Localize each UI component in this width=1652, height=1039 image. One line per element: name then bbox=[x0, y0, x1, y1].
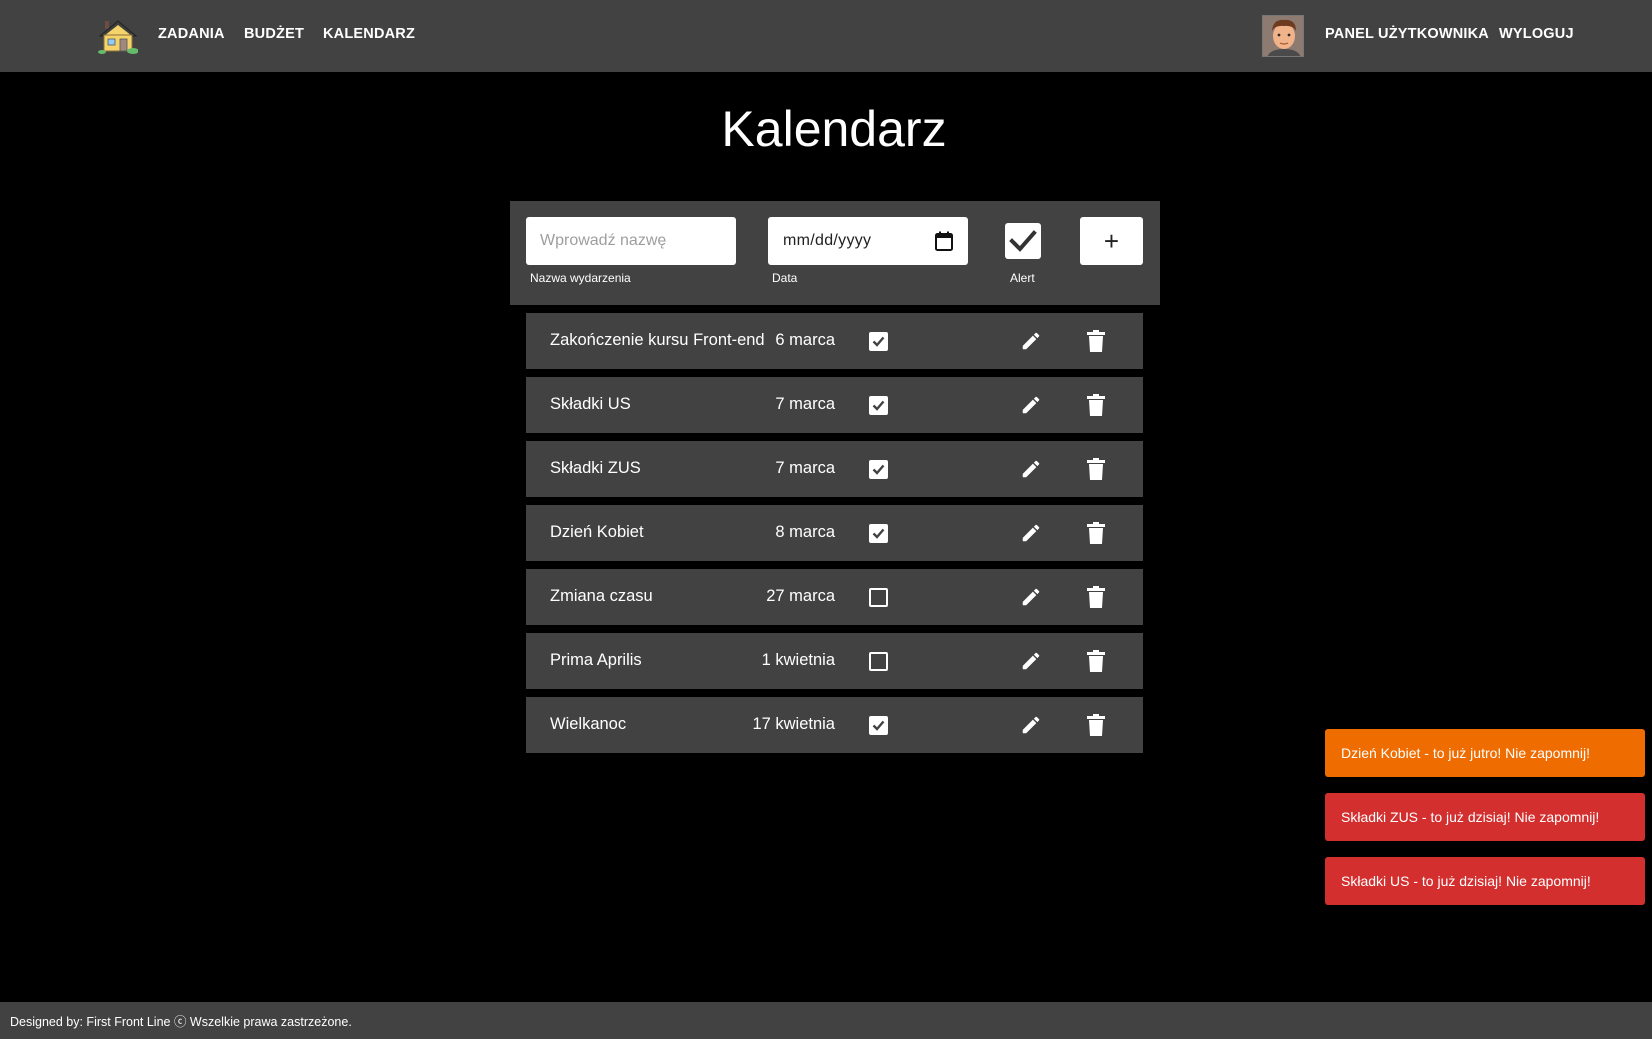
event-alert-checkbox[interactable] bbox=[869, 716, 888, 735]
trash-icon[interactable] bbox=[1086, 458, 1106, 480]
calendar-icon[interactable] bbox=[935, 231, 953, 251]
toast-text: Dzień Kobiet - to już jutro! Nie zapomni… bbox=[1341, 745, 1590, 761]
edit-icon[interactable] bbox=[1020, 458, 1042, 480]
event-name: Zakończenie kursu Front-end bbox=[550, 331, 765, 349]
checkmark-icon bbox=[872, 528, 885, 539]
toast-text: Składki ZUS - to już dzisiaj! Nie zapomn… bbox=[1341, 809, 1600, 825]
trash-icon[interactable] bbox=[1086, 650, 1106, 672]
event-name: Wielkanoc bbox=[550, 715, 627, 733]
event-name-label: Nazwa wydarzenia bbox=[530, 271, 631, 285]
trash-icon[interactable] bbox=[1086, 330, 1106, 352]
event-row: Składki ZUS 7 marca bbox=[526, 441, 1143, 497]
event-alert-checkbox[interactable] bbox=[869, 396, 888, 415]
event-date: 8 marca bbox=[775, 523, 835, 541]
event-row: Zmiana czasu 27 marca bbox=[526, 569, 1143, 625]
alert-toast[interactable]: Dzień Kobiet - to już jutro! Nie zapomni… bbox=[1325, 729, 1645, 777]
event-date: 7 marca bbox=[775, 395, 835, 413]
navbar: ZADANIA BUDŻET KALENDARZ PANEL UŻYTKOWNI… bbox=[0, 0, 1652, 72]
event-date: 6 marca bbox=[775, 331, 835, 349]
event-date: 27 marca bbox=[766, 587, 835, 605]
event-date: 1 kwietnia bbox=[761, 651, 835, 669]
edit-icon[interactable] bbox=[1020, 522, 1042, 544]
checkmark-icon bbox=[872, 336, 885, 347]
checkmark-icon bbox=[1009, 230, 1037, 252]
footer: Designed by: First Front Line ⓒ Wszelkie… bbox=[0, 1002, 1652, 1039]
add-event-button[interactable]: + bbox=[1080, 217, 1143, 265]
checkmark-icon bbox=[872, 720, 885, 731]
toast-text: Składki US - to już dzisiaj! Nie zapomni… bbox=[1341, 873, 1591, 889]
edit-icon[interactable] bbox=[1020, 714, 1042, 736]
page-title: Kalendarz bbox=[721, 101, 947, 157]
event-row: Wielkanoc 17 kwietnia bbox=[526, 697, 1143, 753]
trash-icon[interactable] bbox=[1086, 394, 1106, 416]
event-row: Dzień Kobiet 8 marca bbox=[526, 505, 1143, 561]
date-placeholder: mm/dd/yyyy bbox=[783, 232, 872, 249]
nav-link-logout[interactable]: WYLOGUJ bbox=[1499, 26, 1574, 42]
event-alert-checkbox[interactable] bbox=[869, 332, 888, 351]
event-name: Składki ZUS bbox=[550, 459, 641, 477]
checkmark-icon bbox=[872, 464, 885, 475]
edit-icon[interactable] bbox=[1020, 330, 1042, 352]
avatar[interactable] bbox=[1262, 15, 1304, 57]
event-name: Zmiana czasu bbox=[550, 587, 653, 605]
event-name: Prima Aprilis bbox=[550, 651, 642, 669]
event-row: Składki US 7 marca bbox=[526, 377, 1143, 433]
plus-icon: + bbox=[1103, 225, 1120, 256]
event-date-label: Data bbox=[772, 271, 798, 285]
alert-toast[interactable]: Składki ZUS - to już dzisiaj! Nie zapomn… bbox=[1325, 793, 1645, 841]
edit-icon[interactable] bbox=[1020, 586, 1042, 608]
home-logo-icon[interactable] bbox=[98, 17, 138, 55]
nav-link-user-panel[interactable]: PANEL UŻYTKOWNIKA bbox=[1325, 26, 1489, 42]
event-date: 7 marca bbox=[775, 459, 835, 477]
event-row: Zakończenie kursu Front-end 6 marca bbox=[526, 313, 1143, 369]
user-avatar-icon bbox=[1263, 16, 1303, 56]
footer-text: Designed by: First Front Line ⓒ Wszelkie… bbox=[10, 1015, 352, 1029]
trash-icon[interactable] bbox=[1086, 714, 1106, 736]
event-name: Składki US bbox=[550, 395, 631, 413]
event-alert-checkbox[interactable] bbox=[869, 588, 888, 607]
checkmark-icon bbox=[872, 400, 885, 411]
nav-link-budzet[interactable]: BUDŻET bbox=[244, 26, 304, 42]
event-name-input[interactable] bbox=[526, 217, 736, 265]
add-event-form: Nazwa wydarzenia mm/dd/yyyy Data Alert + bbox=[510, 201, 1160, 305]
event-date: 17 kwietnia bbox=[752, 715, 835, 733]
event-alert-checkbox[interactable] bbox=[869, 460, 888, 479]
event-alert-checkbox[interactable] bbox=[869, 524, 888, 543]
trash-icon[interactable] bbox=[1086, 522, 1106, 544]
edit-icon[interactable] bbox=[1020, 650, 1042, 672]
event-name: Dzień Kobiet bbox=[550, 523, 644, 541]
event-alert-checkbox[interactable] bbox=[869, 652, 888, 671]
event-row: Prima Aprilis 1 kwietnia bbox=[526, 633, 1143, 689]
alert-toast[interactable]: Składki US - to już dzisiaj! Nie zapomni… bbox=[1325, 857, 1645, 905]
alert-checkbox[interactable] bbox=[1005, 223, 1041, 259]
nav-link-kalendarz[interactable]: KALENDARZ bbox=[323, 26, 415, 42]
trash-icon[interactable] bbox=[1086, 586, 1106, 608]
edit-icon[interactable] bbox=[1020, 394, 1042, 416]
alert-label: Alert bbox=[1010, 271, 1035, 285]
event-date-input[interactable]: mm/dd/yyyy bbox=[768, 217, 968, 265]
events-list: Zakończenie kursu Front-end 6 marca Składk… bbox=[526, 313, 1143, 761]
nav-link-zadania[interactable]: ZADANIA bbox=[158, 26, 225, 42]
